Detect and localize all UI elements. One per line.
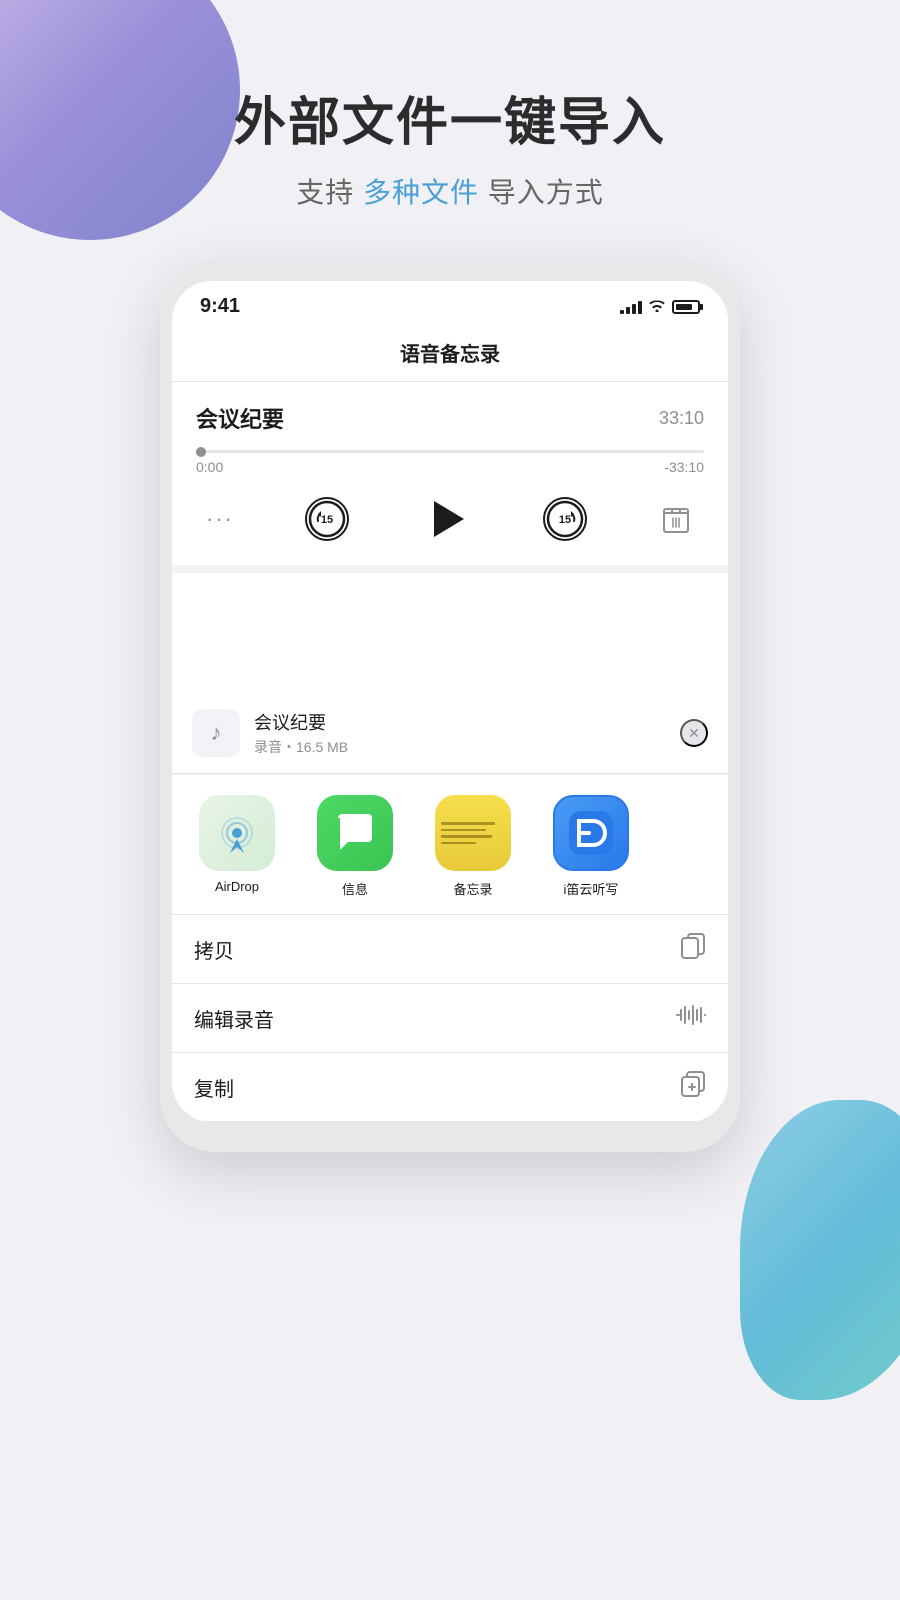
- svg-text:15: 15: [321, 514, 333, 526]
- main-headline: 外部文件一键导入: [40, 80, 860, 155]
- progress-track[interactable]: [196, 450, 704, 453]
- share-sheet: ♪ 会议纪要 录音・16.5 MB ✕: [172, 693, 728, 1122]
- app-header: 语音备忘录: [172, 326, 728, 382]
- file-size-label: 录音・16.5 MB: [254, 737, 680, 757]
- app-title: 语音备忘录: [192, 338, 708, 367]
- trash-icon: [663, 504, 689, 534]
- app-item-notes[interactable]: 备忘录: [418, 795, 528, 898]
- phone-screen: 9:41 语音备: [172, 281, 728, 1122]
- recording-total-duration: 33:10: [659, 408, 704, 429]
- progress-thumb: [196, 447, 206, 457]
- battery-icon: [672, 300, 700, 314]
- subtitle-before: 支持: [296, 177, 363, 208]
- recording-title: 会议纪要: [196, 402, 284, 434]
- copy-icon: [680, 933, 706, 965]
- skip-back-button[interactable]: 15: [305, 497, 349, 541]
- playback-controls: ··· 15: [196, 483, 704, 545]
- app-item-messages[interactable]: 信息: [300, 795, 410, 898]
- recording-section: 会议纪要 33:10 0:00 -33:10 ···: [172, 382, 728, 565]
- messages-icon: [317, 795, 393, 871]
- header-section: 外部文件一键导入 支持 多种文件 导入方式: [0, 0, 900, 251]
- svg-text:15: 15: [559, 514, 571, 526]
- edit-audio-label: 编辑录音: [194, 1004, 274, 1033]
- messages-label: 信息: [342, 879, 368, 898]
- duplicate-icon: [680, 1071, 706, 1103]
- copy-label: 拷贝: [194, 935, 234, 964]
- signal-icon: [620, 300, 642, 314]
- phone-mockup: 9:41 语音备: [160, 261, 740, 1152]
- more-dots-icon: ···: [206, 506, 234, 532]
- recording-header: 会议纪要 33:10: [196, 402, 704, 434]
- sub-headline: 支持 多种文件 导入方式: [40, 171, 860, 211]
- file-info-row: ♪ 会议纪要 录音・16.5 MB ✕: [172, 693, 728, 774]
- action-copy[interactable]: 拷贝: [172, 915, 728, 984]
- music-note-icon: ♪: [211, 720, 222, 746]
- subtitle-highlight: 多种文件: [363, 177, 479, 208]
- file-meta: 会议纪要 录音・16.5 MB: [254, 709, 680, 757]
- current-time: 0:00: [196, 459, 223, 475]
- remaining-time: -33:10: [664, 459, 704, 475]
- main-app-icon: [553, 795, 629, 871]
- notes-icon: [435, 795, 511, 871]
- app-item-airdrop[interactable]: AirDrop: [182, 795, 292, 898]
- empty-area: [172, 573, 728, 693]
- file-name: 会议纪要: [254, 709, 680, 735]
- waveform-icon: [676, 1002, 706, 1034]
- airdrop-label: AirDrop: [215, 879, 259, 894]
- duplicate-label: 复制: [194, 1073, 234, 1102]
- status-bar: 9:41: [172, 281, 728, 326]
- app-item-main[interactable]: i笛云听写: [536, 795, 646, 898]
- status-icons: [620, 298, 700, 315]
- notes-label: 备忘录: [453, 879, 492, 898]
- subtitle-after: 导入方式: [479, 177, 604, 208]
- status-time: 9:41: [200, 295, 240, 318]
- progress-times: 0:00 -33:10: [196, 459, 704, 475]
- phone-container: 9:41 语音备: [0, 261, 900, 1152]
- more-options-button[interactable]: ···: [206, 506, 234, 532]
- skip-back-icon: 15: [305, 497, 349, 541]
- delete-button[interactable]: [658, 498, 694, 540]
- play-icon: [434, 501, 464, 537]
- action-duplicate[interactable]: 复制: [172, 1053, 728, 1122]
- wifi-icon: [648, 298, 666, 315]
- skip-forward-button[interactable]: 15: [543, 497, 587, 541]
- action-edit-audio[interactable]: 编辑录音: [172, 984, 728, 1053]
- airdrop-icon: [199, 795, 275, 871]
- skip-forward-icon: 15: [543, 497, 587, 541]
- close-share-button[interactable]: ✕: [680, 719, 708, 747]
- file-icon-wrap: ♪: [192, 709, 240, 757]
- main-app-label: i笛云听写: [564, 879, 619, 898]
- progress-container[interactable]: 0:00 -33:10: [196, 450, 704, 475]
- apps-row: AirDrop 信息: [172, 775, 728, 915]
- play-button[interactable]: [420, 493, 472, 545]
